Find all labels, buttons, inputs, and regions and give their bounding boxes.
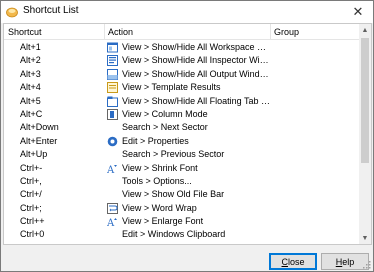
- action-cell: Edit > User Clipboard 1: [122, 243, 272, 244]
- action-cell: View > Shrink Font: [122, 162, 198, 173]
- action-cell: View > Show/Hide All Output Windows: [122, 68, 272, 79]
- table-row[interactable]: Ctrl++ A View > Enlarge Font: [4, 215, 360, 228]
- action-cell: View > Word Wrap: [122, 202, 197, 213]
- shortcut-cell: Ctrl+/: [20, 189, 42, 200]
- inspector-window-icon: [107, 55, 118, 67]
- shortcut-table[interactable]: Shortcut Action Group Alt+1 View > Show/H…: [3, 23, 372, 245]
- shortcut-cell: Ctrl+-: [20, 162, 43, 173]
- action-cell: View > Show/Hide All Inspector Windows: [122, 55, 272, 66]
- table-row[interactable]: Ctrl+, Tools > Options...: [4, 175, 360, 188]
- column-mode-icon: [107, 108, 118, 120]
- action-cell: Search > Previous Sector: [122, 149, 225, 160]
- shortcut-cell: Ctrl+1: [20, 243, 44, 244]
- action-cell: View > Enlarge Font: [122, 216, 204, 227]
- template-results-icon: [107, 82, 118, 94]
- table-row[interactable]: Alt+Up Search > Previous Sector: [4, 148, 360, 161]
- table-row[interactable]: Alt+Enter Edit > Properties: [4, 135, 360, 148]
- svg-text:A: A: [107, 218, 115, 227]
- word-wrap-icon: [107, 202, 118, 214]
- table-row[interactable]: Alt+4 View > Template Results: [4, 81, 360, 94]
- action-cell: View > Show/Hide All Workspace Wind...: [122, 42, 272, 52]
- action-cell: Edit > Properties: [122, 135, 189, 146]
- shortcut-cell: Ctrl++: [20, 216, 45, 227]
- close-window-button[interactable]: ✕: [343, 1, 373, 23]
- floating-tab-icon: [107, 96, 118, 107]
- action-cell: View > Show Old File Bar: [122, 189, 225, 200]
- close-button-label: lose: [287, 256, 305, 267]
- table-row[interactable]: Ctrl+0 Edit > Windows Clipboard: [4, 228, 360, 241]
- table-row[interactable]: Alt+Down Search > Next Sector: [4, 121, 360, 134]
- app-icon: [6, 7, 18, 18]
- shortcut-cell: Ctrl+;: [20, 202, 42, 213]
- shortcut-cell: Alt+Up: [20, 149, 48, 160]
- help-button-label: elp: [342, 256, 355, 267]
- scroll-down-icon[interactable]: ▼: [359, 232, 371, 244]
- column-header-group[interactable]: Group: [274, 27, 299, 37]
- table-row[interactable]: Ctrl+; View > Word Wrap: [4, 202, 360, 215]
- column-divider[interactable]: [270, 24, 271, 40]
- properties-icon: [107, 136, 118, 147]
- close-icon: ✕: [352, 4, 364, 19]
- table-row[interactable]: Ctrl+1 Edit > User Clipboard 1: [4, 242, 360, 244]
- output-window-icon: [107, 68, 118, 80]
- shortcut-cell: Ctrl+0: [20, 229, 45, 240]
- action-cell: View > Template Results: [122, 82, 221, 93]
- table-row[interactable]: Alt+2 View > Show/Hide All Inspector Wind…: [4, 54, 360, 67]
- table-row[interactable]: Alt+C View > Column Mode: [4, 108, 360, 121]
- resize-grip-icon[interactable]: [363, 261, 371, 269]
- workspace-window-icon: [107, 42, 118, 53]
- scrollbar-thumb[interactable]: [361, 38, 369, 163]
- table-row[interactable]: Alt+5 View > Show/Hide All Floating Tab G…: [4, 95, 360, 108]
- shortcut-list-dialog: Shortcut List ✕ Shortcut Action Group Al…: [0, 0, 374, 272]
- column-header-shortcut[interactable]: Shortcut: [8, 27, 42, 37]
- enlarge-font-icon: A: [107, 218, 117, 227]
- table-row[interactable]: Ctrl+- A View > Shrink Font: [4, 162, 360, 175]
- shortcut-cell: Alt+Down: [20, 122, 59, 133]
- shortcut-cell: Ctrl+,: [20, 175, 42, 186]
- shortcut-cell: Alt+C: [20, 108, 43, 119]
- column-header-action[interactable]: Action: [108, 27, 133, 37]
- shortcut-cell: Alt+Enter: [20, 135, 58, 146]
- shortcut-cell: Alt+2: [20, 55, 41, 66]
- shortcut-cell: Alt+1: [20, 42, 41, 52]
- action-cell: Search > Next Sector: [122, 122, 208, 133]
- table-row[interactable]: Ctrl+/ View > Show Old File Bar: [4, 188, 360, 201]
- vertical-scrollbar[interactable]: ▲ ▼: [359, 24, 371, 244]
- table-row[interactable]: Alt+3 View > Show/Hide All Output Windows: [4, 68, 360, 81]
- table-row[interactable]: Alt+1 View > Show/Hide All Workspace Wind…: [4, 41, 360, 54]
- scroll-up-icon[interactable]: ▲: [359, 24, 371, 36]
- table-header: Shortcut Action Group: [4, 24, 360, 40]
- action-cell: Tools > Options...: [122, 175, 192, 186]
- shortcut-cell: Alt+3: [20, 68, 41, 79]
- shortcut-cell: Alt+4: [20, 82, 41, 93]
- help-button[interactable]: Help: [321, 253, 369, 270]
- shrink-font-icon: A: [107, 164, 117, 174]
- action-cell: View > Show/Hide All Floating Tab Grou..…: [122, 95, 272, 106]
- close-button[interactable]: Close: [269, 253, 317, 270]
- shortcut-cell: Alt+5: [20, 95, 41, 106]
- title-bar: Shortcut List ✕: [1, 1, 373, 23]
- svg-text:A: A: [107, 165, 115, 174]
- table-body: Alt+1 View > Show/Hide All Workspace Wind…: [4, 41, 360, 244]
- column-divider[interactable]: [104, 24, 105, 40]
- window-title: Shortcut List: [23, 5, 79, 16]
- action-cell: View > Column Mode: [122, 108, 208, 119]
- action-cell: Edit > Windows Clipboard: [122, 229, 226, 240]
